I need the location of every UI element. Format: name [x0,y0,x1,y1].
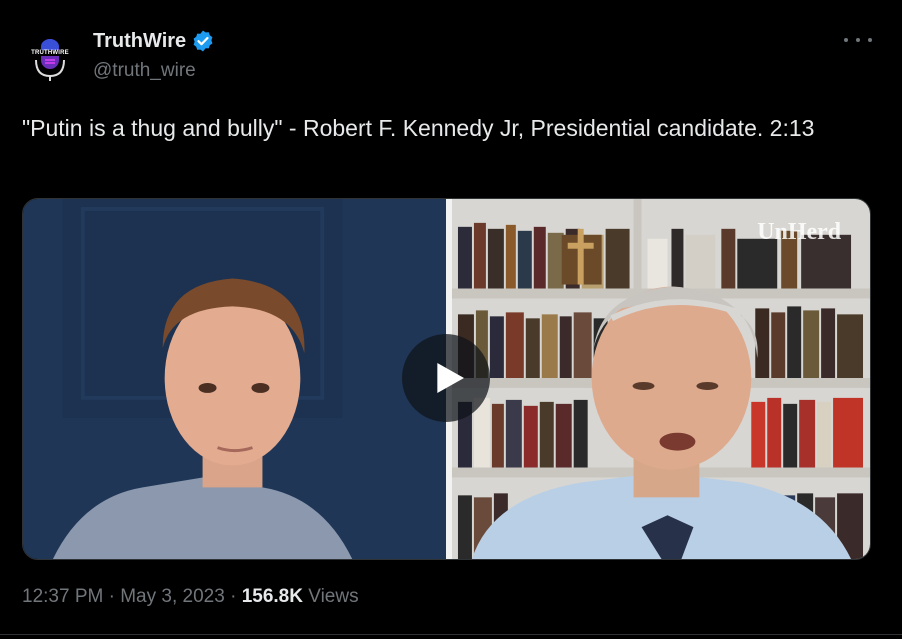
author-name[interactable]: TruthWire [93,30,186,53]
avatar-text: TRUTHWIRE [31,50,69,56]
microphone-logo-icon [22,30,78,86]
tweet-time[interactable]: 12:37 PM [22,586,103,608]
author-name-row[interactable]: TruthWire [93,29,215,53]
play-icon [437,363,464,393]
meta-separator: · [224,586,242,607]
verified-badge-icon [193,30,213,52]
views-label: Views [302,586,359,607]
video-watermark: UnHerd [757,219,841,245]
play-button[interactable] [402,334,490,422]
more-dot-icon [856,38,860,42]
views-count[interactable]: 156.8K [242,586,303,608]
divider [0,634,902,635]
more-dot-icon [868,38,872,42]
more-options-button[interactable] [844,30,872,50]
author-handle[interactable]: @truth_wire [93,60,196,82]
meta-separator: · [103,586,121,607]
tweet-meta: 12:37 PM · May 3, 2023 · 156.8K Views [22,586,359,608]
tweet-date[interactable]: May 3, 2023 [120,586,225,608]
author-avatar[interactable]: TRUTHWIRE [22,30,78,86]
more-dot-icon [844,38,848,42]
tweet-text: "Putin is a thug and bully" - Robert F. … [22,115,815,141]
